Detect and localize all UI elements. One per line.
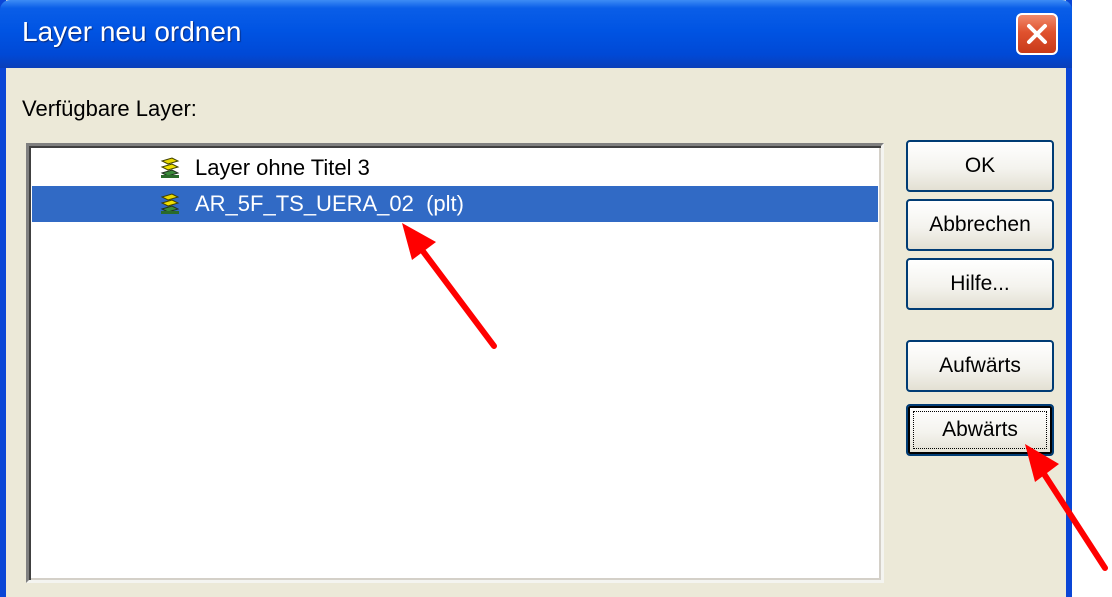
help-button[interactable]: Hilfe... (906, 258, 1054, 310)
layer-stack-icon (160, 157, 180, 178)
cancel-button[interactable]: Abbrechen (906, 199, 1054, 251)
reorder-layers-dialog: Layer neu ordnen Verfügbare Layer: Layer… (0, 0, 1072, 597)
layer-list-item[interactable]: Layer ohne Titel 3 (32, 150, 878, 186)
close-icon (1027, 24, 1047, 44)
dialog-body: Verfügbare Layer: Layer ohne Titel 3 AR_… (6, 68, 1066, 597)
close-button[interactable] (1016, 13, 1058, 55)
layer-listbox[interactable]: Layer ohne Titel 3 AR_5F_TS_UERA_02 (plt… (26, 143, 884, 583)
available-layers-label: Verfügbare Layer: (22, 96, 197, 121)
layer-stack-icon (160, 193, 180, 214)
move-up-button[interactable]: Aufwärts (906, 340, 1054, 392)
layer-list-item-label: AR_5F_TS_UERA_02 (plt) (195, 191, 464, 216)
layer-list-item-label: Layer ohne Titel 3 (195, 155, 370, 180)
layer-list-item-selected[interactable]: AR_5F_TS_UERA_02 (plt) (32, 186, 878, 222)
move-down-button[interactable]: Abwärts (906, 404, 1054, 456)
title-bar[interactable]: Layer neu ordnen (0, 0, 1072, 68)
ok-button[interactable]: OK (906, 140, 1054, 192)
window-title: Layer neu ordnen (22, 16, 242, 47)
